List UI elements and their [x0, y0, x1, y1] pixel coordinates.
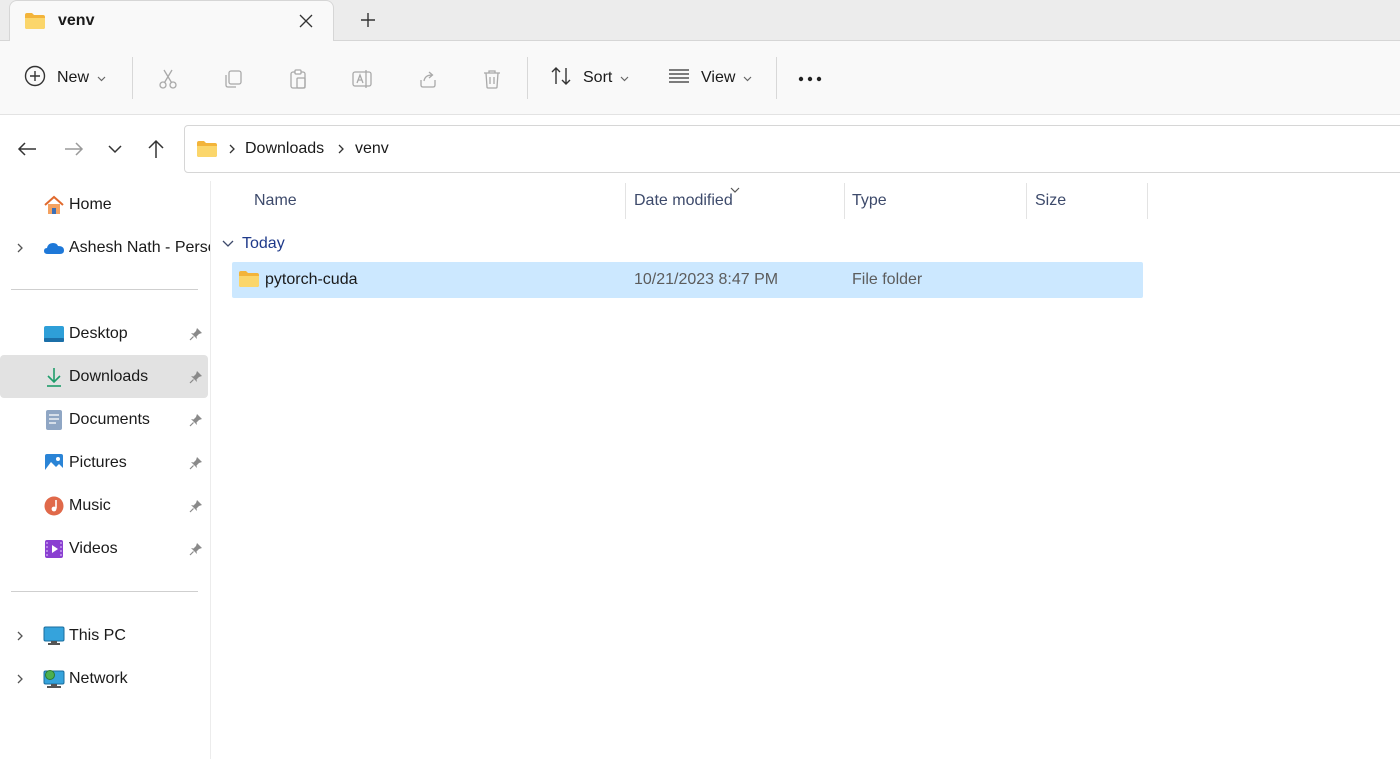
pin-icon[interactable] — [188, 498, 204, 514]
pin-icon[interactable] — [188, 455, 204, 471]
column-header-size[interactable]: Size — [1035, 181, 1066, 221]
sidebar-item-onedrive[interactable]: Ashesh Nath - Personal — [0, 226, 210, 269]
chevron-down-icon — [222, 240, 234, 248]
pin-icon[interactable] — [188, 326, 204, 342]
sidebar-item-documents[interactable]: Documents — [0, 398, 208, 441]
sort-label: Sort — [583, 69, 613, 86]
folder-icon — [24, 12, 46, 35]
sidebar-item-label: Pictures — [69, 453, 127, 471]
network-icon — [43, 668, 65, 690]
plus-icon[interactable] — [356, 8, 380, 32]
file-type: File folder — [852, 271, 923, 288]
navigation-bar: Downloads venv — [0, 115, 1400, 181]
column-divider[interactable] — [1147, 183, 1148, 219]
documents-icon — [43, 409, 65, 431]
recent-dropdown-icon[interactable] — [103, 137, 127, 161]
chevron-right-icon[interactable] — [12, 628, 28, 644]
toolbar-divider — [527, 57, 528, 99]
tab-venv[interactable]: venv — [9, 0, 334, 41]
column-header-date-modified[interactable]: Date modified — [634, 181, 733, 221]
cut-icon[interactable] — [156, 67, 180, 91]
rename-icon[interactable] — [351, 67, 375, 91]
pin-icon[interactable] — [188, 412, 204, 428]
navigation-pane: Home Ashesh Nath - Personal Desktop Down… — [0, 181, 211, 759]
copy-icon[interactable] — [221, 67, 245, 91]
folder-icon — [196, 140, 218, 163]
file-list: Name Date modified Type Size Today pytor… — [212, 181, 1400, 759]
sidebar-item-label: Ashesh Nath - Personal — [69, 238, 210, 256]
up-icon[interactable] — [144, 137, 168, 161]
sidebar-item-network[interactable]: Network — [0, 657, 208, 700]
column-divider[interactable] — [625, 183, 626, 219]
sidebar-divider — [11, 289, 198, 290]
tab-title: venv — [58, 12, 95, 29]
videos-icon — [43, 538, 65, 560]
pin-icon[interactable] — [188, 369, 204, 385]
group-header-today[interactable]: Today — [222, 233, 285, 255]
sidebar-item-this-pc[interactable]: This PC — [0, 614, 208, 657]
desktop-icon — [43, 323, 65, 345]
toolbar-divider — [776, 57, 777, 99]
breadcrumb-downloads[interactable]: Downloads — [245, 140, 324, 158]
onedrive-icon — [43, 237, 65, 259]
sidebar-item-label: Videos — [69, 539, 118, 557]
downloads-icon — [43, 366, 65, 388]
sidebar-item-pictures[interactable]: Pictures — [0, 441, 208, 484]
file-name: pytorch-cuda — [265, 271, 358, 288]
add-circle-icon — [24, 65, 46, 92]
pin-icon[interactable] — [188, 541, 204, 557]
chevron-down-icon — [620, 69, 629, 87]
sidebar-item-home[interactable]: Home — [0, 183, 208, 226]
this-pc-icon — [43, 625, 65, 647]
music-icon — [43, 495, 65, 517]
command-bar: New Sort View — [0, 41, 1400, 115]
forward-icon[interactable] — [62, 137, 86, 161]
chevron-right-icon[interactable] — [12, 240, 28, 256]
sidebar-item-label: Desktop — [69, 324, 128, 342]
chevron-right-icon[interactable] — [225, 141, 239, 157]
sidebar-item-label: Network — [69, 669, 128, 687]
paste-icon[interactable] — [286, 67, 310, 91]
view-label: View — [701, 69, 736, 86]
sort-button[interactable]: Sort — [550, 41, 629, 115]
toolbar-divider — [132, 57, 133, 99]
back-icon[interactable] — [15, 137, 39, 161]
column-divider[interactable] — [1026, 183, 1027, 219]
more-icon[interactable] — [798, 67, 822, 91]
pictures-icon — [43, 452, 65, 474]
chevron-down-icon — [97, 69, 106, 87]
tab-strip: venv — [0, 0, 1400, 41]
address-bar[interactable]: Downloads venv — [184, 125, 1400, 173]
folder-icon — [238, 270, 260, 293]
column-header-type[interactable]: Type — [852, 181, 887, 221]
sidebar-item-label: Downloads — [69, 367, 149, 385]
chevron-right-icon[interactable] — [12, 671, 28, 687]
column-divider[interactable] — [844, 183, 845, 219]
sidebar-item-label: Home — [69, 195, 112, 213]
sidebar-item-label: Documents — [69, 410, 150, 428]
sidebar-divider — [11, 591, 198, 592]
file-date-modified: 10/21/2023 8:47 PM — [634, 271, 779, 288]
sidebar-item-label: This PC — [69, 626, 126, 644]
new-button[interactable]: New — [24, 41, 106, 115]
close-icon[interactable] — [295, 10, 317, 32]
chevron-right-icon[interactable] — [334, 141, 348, 157]
column-header-name[interactable]: Name — [254, 181, 297, 221]
breadcrumb-venv[interactable]: venv — [355, 140, 389, 158]
sidebar-item-desktop[interactable]: Desktop — [0, 312, 208, 355]
view-list-icon — [668, 68, 690, 89]
chevron-down-icon — [743, 69, 752, 87]
sidebar-item-videos[interactable]: Videos — [0, 527, 208, 570]
delete-icon[interactable] — [480, 67, 504, 91]
share-icon[interactable] — [416, 67, 440, 91]
home-icon — [43, 194, 65, 216]
sidebar-item-label: Music — [69, 496, 111, 514]
sidebar-item-music[interactable]: Music — [0, 484, 208, 527]
view-button[interactable]: View — [668, 41, 752, 115]
sort-icon — [550, 65, 572, 92]
new-label: New — [57, 69, 90, 86]
sidebar-item-downloads[interactable]: Downloads — [0, 355, 208, 398]
table-row[interactable]: pytorch-cuda 10/21/2023 8:47 PM File fol… — [232, 262, 1143, 298]
